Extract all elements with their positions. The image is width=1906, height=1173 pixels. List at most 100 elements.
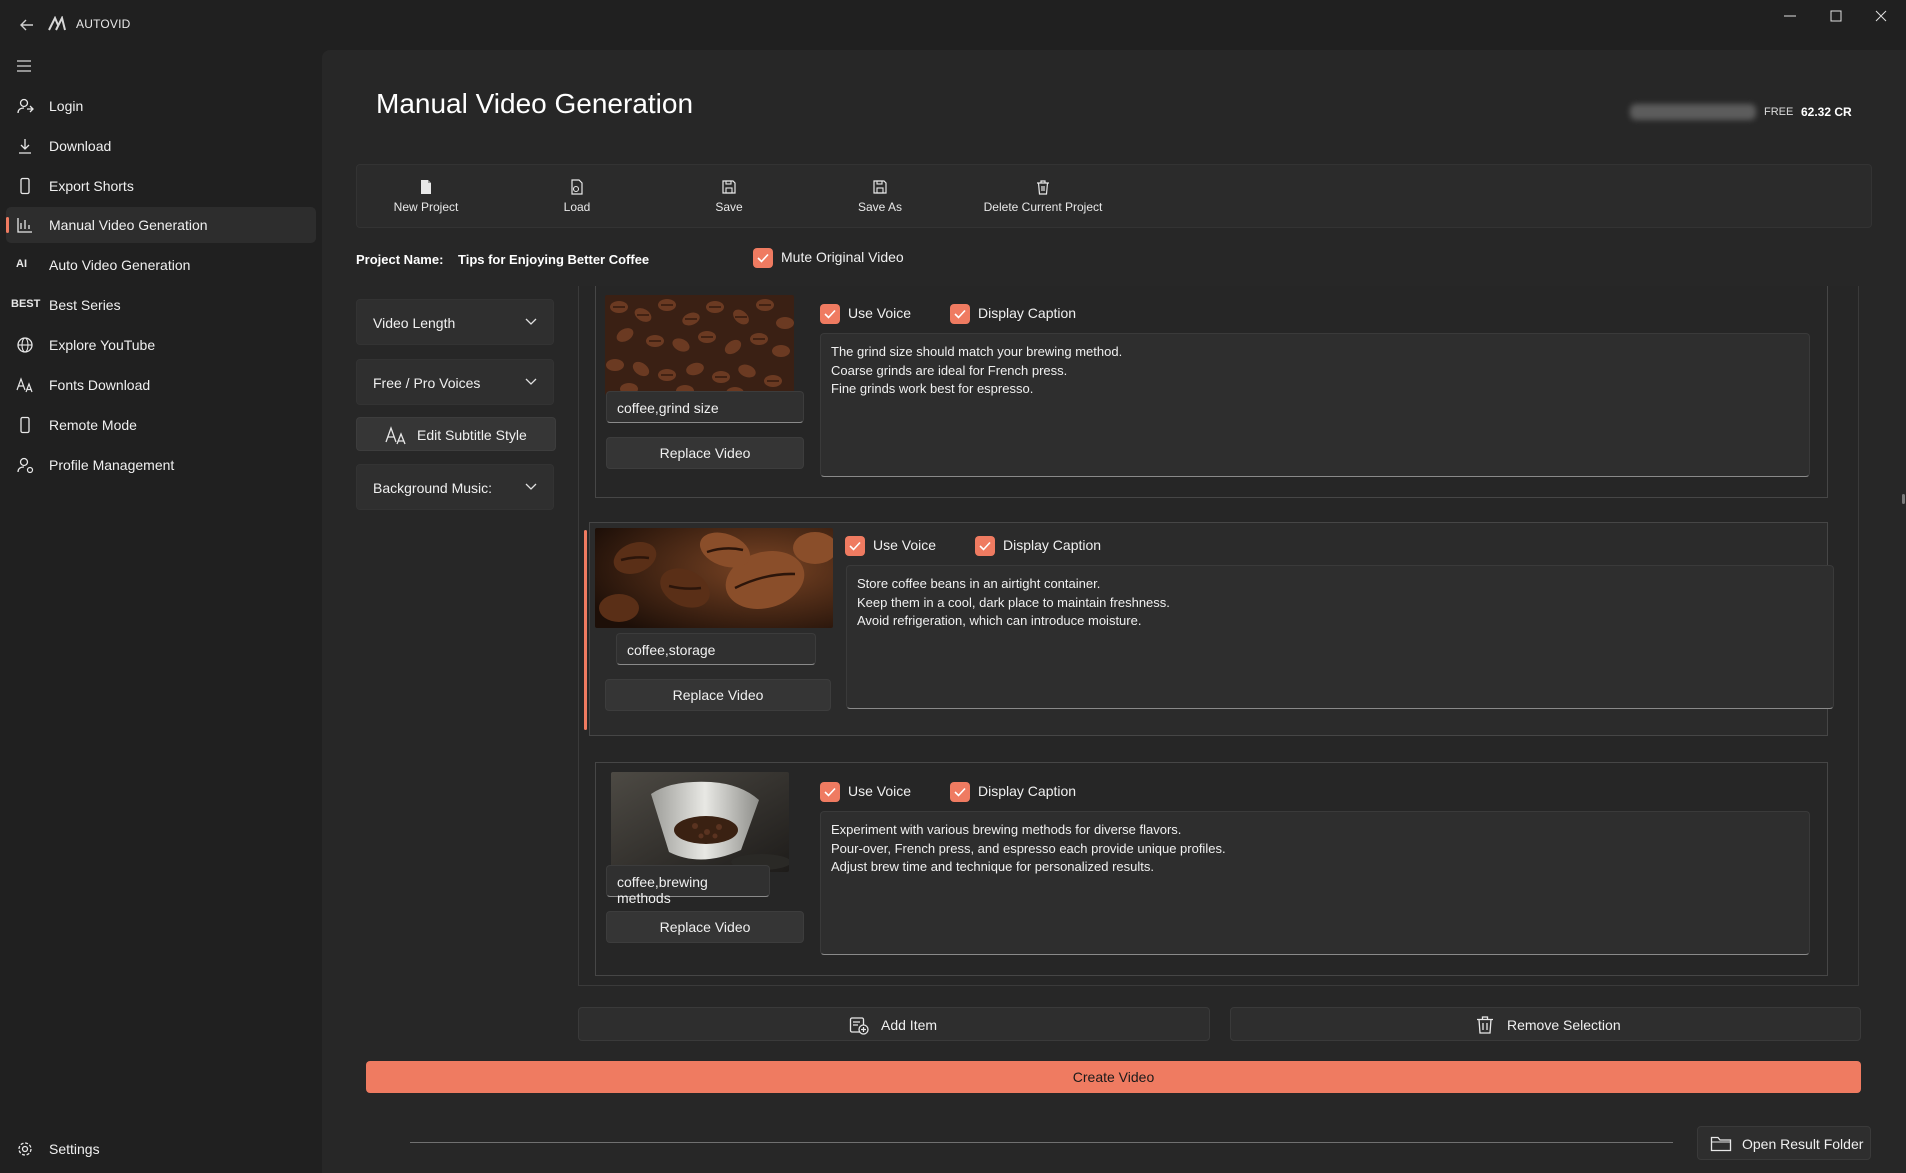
app-title: AUTOVID — [76, 17, 131, 31]
checkmark-icon — [757, 253, 769, 263]
sidebar-item-profile-management[interactable]: Profile Management — [6, 447, 316, 483]
project-toolbar: New Project Load Save Save As Delete Cur… — [356, 164, 1872, 228]
scene-item-selected[interactable]: coffee,storage Replace Video Use Voice D… — [589, 522, 1834, 736]
trash-icon — [1477, 1016, 1493, 1034]
script-textarea[interactable]: Store coffee beans in an airtight contai… — [846, 565, 1834, 709]
folder-icon — [1710, 1136, 1732, 1152]
sidebar-item-auto-video-generation[interactable]: AI Auto Video Generation — [6, 247, 316, 283]
keywords-input[interactable]: coffee,brewing methods — [606, 865, 770, 906]
sidebar-item-best-series[interactable]: BEST Best Series — [6, 287, 316, 323]
checkmark-icon — [979, 541, 991, 551]
trash-icon — [1037, 180, 1049, 195]
close-button[interactable] — [1861, 4, 1901, 28]
new-file-icon — [421, 180, 431, 194]
sidebar-item-label: Remote Mode — [49, 417, 137, 433]
video-thumbnail[interactable] — [595, 528, 833, 628]
download-icon — [16, 137, 34, 155]
new-project-button[interactable]: New Project — [391, 179, 461, 219]
plan-badge: FREE — [1764, 106, 1794, 118]
back-arrow-icon[interactable] — [16, 14, 38, 36]
load-button[interactable]: Load — [557, 179, 597, 219]
sidebar-item-label: Login — [49, 98, 84, 114]
checkmark-icon — [954, 309, 966, 319]
selection-indicator — [584, 530, 587, 730]
script-textarea[interactable]: Experiment with various brewing methods … — [820, 811, 1810, 955]
add-item-icon — [849, 1017, 869, 1035]
close-icon — [1875, 10, 1887, 22]
sidebar-item-label: Manual Video Generation — [49, 217, 208, 233]
use-voice-label: Use Voice — [848, 783, 912, 799]
mute-original-video-checkbox[interactable] — [753, 248, 773, 268]
project-name-value: Tips for Enjoying Better Coffee — [458, 252, 650, 267]
sidebar-item-login[interactable]: Login — [6, 88, 316, 124]
phone-icon — [16, 177, 34, 195]
save-as-button[interactable]: Save As — [850, 179, 910, 219]
voices-dropdown[interactable]: Free / Pro Voices — [356, 359, 554, 405]
sidebar-item-manual-video-generation[interactable]: Manual Video Generation — [6, 207, 316, 243]
sidebar-item-export-shorts[interactable]: Export Shorts — [6, 168, 316, 204]
replace-video-button[interactable]: Replace Video — [605, 679, 831, 711]
scene-item[interactable]: coffee,grind size Replace Video Use Voic… — [595, 286, 1828, 498]
create-video-button[interactable]: Create Video — [366, 1061, 1861, 1093]
video-thumbnail[interactable] — [611, 772, 789, 872]
progress-bar — [410, 1142, 1673, 1143]
best-text-icon: BEST — [11, 298, 41, 310]
edit-subtitle-style-button[interactable]: Edit Subtitle Style — [356, 417, 556, 451]
display-caption-label: Display Caption — [1003, 537, 1102, 553]
sidebar-item-settings[interactable]: Settings — [6, 1131, 316, 1167]
use-voice-checkbox[interactable] — [820, 304, 840, 324]
maximize-button[interactable] — [1816, 4, 1856, 28]
font-style-icon — [385, 426, 406, 445]
keywords-input[interactable]: coffee,storage — [616, 633, 816, 665]
delete-project-label: Delete Current Project — [983, 200, 1103, 214]
load-file-icon — [571, 179, 583, 195]
sidebar-item-explore-youtube[interactable]: Explore YouTube — [6, 327, 316, 363]
delete-current-project-button[interactable]: Delete Current Project — [973, 179, 1113, 219]
minimize-icon — [1784, 15, 1796, 17]
sidebar-item-label: Profile Management — [49, 457, 175, 473]
remove-selection-button[interactable]: Remove Selection — [1230, 1007, 1861, 1041]
globe-icon — [16, 336, 34, 354]
autovid-logo-icon — [48, 15, 66, 32]
background-music-dropdown[interactable]: Background Music: — [356, 464, 554, 510]
login-icon — [16, 97, 34, 115]
checkmark-icon — [824, 309, 836, 319]
use-voice-checkbox[interactable] — [820, 782, 840, 802]
scrollbar-thumb[interactable] — [1902, 494, 1905, 504]
add-item-button[interactable]: Add Item — [578, 1007, 1210, 1041]
keywords-input[interactable]: coffee,grind size — [606, 391, 804, 423]
use-voice-checkbox[interactable] — [845, 536, 865, 556]
replace-video-button[interactable]: Replace Video — [606, 437, 804, 469]
checkmark-icon — [954, 787, 966, 797]
edit-subtitle-style-label: Edit Subtitle Style — [417, 427, 527, 443]
open-result-folder-button[interactable]: Open Result Folder — [1697, 1126, 1871, 1160]
hamburger-menu-icon[interactable] — [16, 58, 34, 74]
save-button[interactable]: Save — [709, 179, 749, 219]
display-caption-checkbox[interactable] — [950, 304, 970, 324]
account-email-blurred — [1630, 104, 1756, 120]
sidebar-item-remote-mode[interactable]: Remote Mode — [6, 407, 316, 443]
chart-icon — [16, 216, 34, 234]
project-name-label: Project Name: — [356, 252, 444, 267]
checkmark-icon — [849, 541, 861, 551]
sidebar-item-label: Fonts Download — [49, 377, 151, 393]
minimize-button[interactable] — [1770, 4, 1810, 28]
background-music-label: Background Music: — [373, 480, 493, 496]
replace-video-button[interactable]: Replace Video — [606, 911, 804, 943]
sidebar-item-download[interactable]: Download — [6, 128, 316, 164]
remove-selection-label: Remove Selection — [1507, 1017, 1621, 1033]
display-caption-checkbox[interactable] — [950, 782, 970, 802]
credits-label: 62.32 CR — [1801, 105, 1852, 119]
gear-icon — [16, 1140, 34, 1158]
maximize-icon — [1830, 10, 1842, 22]
sidebar-item-label: Best Series — [49, 297, 121, 313]
script-textarea[interactable]: The grind size should match your brewing… — [820, 333, 1810, 477]
video-thumbnail[interactable] — [605, 295, 794, 395]
scene-list[interactable]: coffee,grind size Replace Video Use Voic… — [578, 286, 1859, 986]
scene-item[interactable]: coffee,brewing methods Replace Video Use… — [595, 762, 1828, 976]
font-icon — [16, 376, 34, 394]
sidebar-item-fonts-download[interactable]: Fonts Download — [6, 367, 316, 403]
chevron-down-icon — [525, 318, 537, 325]
video-length-dropdown[interactable]: Video Length — [356, 299, 554, 345]
display-caption-checkbox[interactable] — [975, 536, 995, 556]
